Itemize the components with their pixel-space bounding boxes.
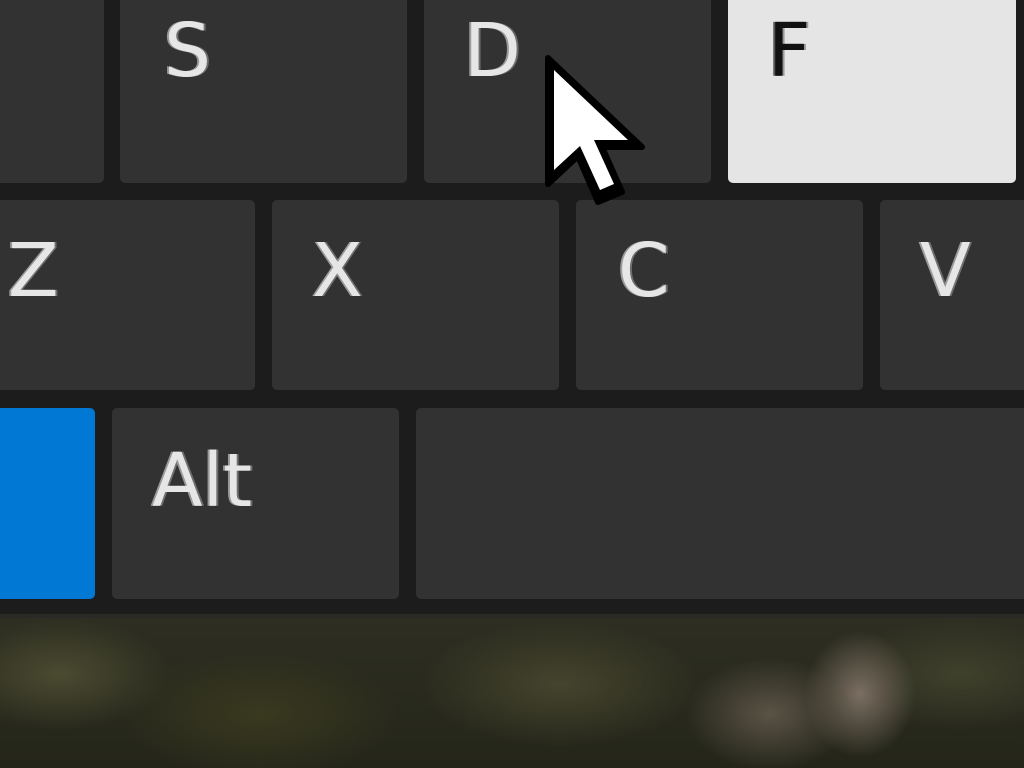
key-z-label: Z xyxy=(8,228,59,314)
key-v-label: V xyxy=(920,228,971,314)
key-c-label: C xyxy=(618,228,670,314)
key-z[interactable]: Z xyxy=(0,200,255,390)
on-screen-keyboard: S D F Z X C V Alt xyxy=(0,0,1024,614)
key-c[interactable]: C xyxy=(576,200,863,390)
key-x[interactable]: X xyxy=(272,200,559,390)
key-alt-label: Alt xyxy=(152,438,253,524)
key-s[interactable]: S xyxy=(120,0,407,183)
key-d-label: D xyxy=(464,8,521,94)
key-s-label: S xyxy=(164,8,211,94)
key-f[interactable]: F xyxy=(728,0,1016,183)
on-screen-keyboard-screen: S D F Z X C V Alt xyxy=(0,0,1024,768)
key-x-label: X xyxy=(312,228,363,314)
key-v[interactable]: V xyxy=(880,200,1024,390)
key-windows[interactable] xyxy=(0,408,95,599)
key-alt[interactable]: Alt xyxy=(112,408,399,599)
key-f-label: F xyxy=(768,8,811,94)
key-a[interactable] xyxy=(0,0,104,183)
key-space[interactable] xyxy=(416,408,1024,599)
key-d[interactable]: D xyxy=(424,0,711,183)
background-video-frame xyxy=(0,614,1024,768)
